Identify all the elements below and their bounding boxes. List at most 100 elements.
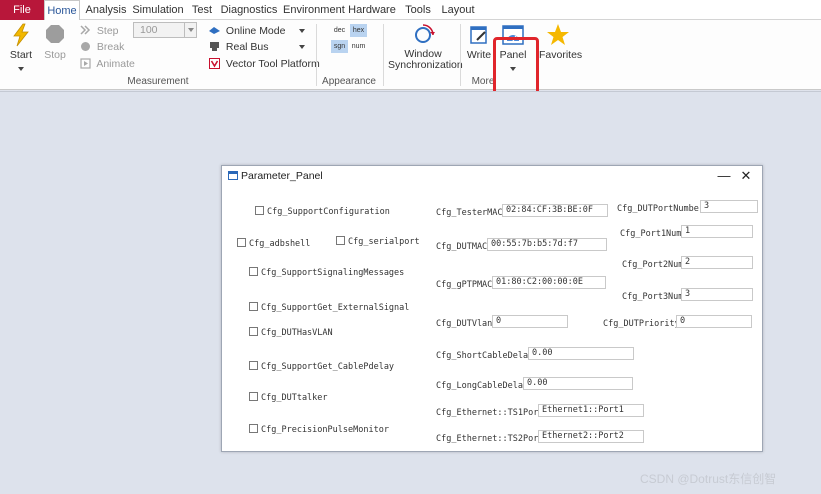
window-sync-button[interactable]: Window Synchronization (388, 23, 463, 71)
vector-tool-platform-button[interactable]: Vector Tool Platform (209, 56, 320, 72)
speed-combo-value: 100 (140, 24, 158, 36)
gptp-mac-input[interactable]: 01:80:C2:00:00:0E (492, 276, 606, 289)
window-sync-icon (415, 24, 435, 43)
tab-simulation[interactable]: Simulation (131, 0, 185, 20)
stop-label: Stop (44, 49, 66, 61)
stop-button[interactable]: Stop (40, 23, 70, 61)
lightning-icon (13, 23, 29, 47)
animate-label: Animate (96, 58, 135, 70)
checkbox-adbshell[interactable]: Cfg_adbshell (237, 238, 310, 250)
checkbox-box[interactable] (249, 361, 258, 370)
write-icon (470, 26, 487, 44)
tester-mac-input[interactable]: 02:84:CF:3B:BE:0F (502, 204, 608, 217)
ts2-port-input[interactable]: Ethernet2::Port2 (538, 430, 644, 443)
group-separator (316, 24, 317, 86)
ts1-port-input[interactable]: Ethernet1::Port1 (538, 404, 644, 417)
checkbox-box[interactable] (249, 327, 258, 336)
panel-title-bar[interactable]: Parameter_Panel — ✕ (222, 166, 762, 186)
dec-toggle[interactable]: dec (331, 24, 348, 37)
real-bus-icon (210, 42, 219, 51)
checkbox-label: Cfg_serialport (348, 237, 420, 247)
write-button[interactable]: Write (465, 23, 493, 61)
step-label: Step (96, 25, 119, 37)
port1-num-input[interactable]: 1 (681, 225, 753, 238)
window-sync-label-line2: Synchronization (388, 59, 463, 71)
online-mode-button[interactable]: Online Mode (209, 23, 305, 39)
checkbox-box[interactable] (249, 392, 258, 401)
checkbox-label: Cfg_PrecisionPulseMonitor (261, 425, 389, 435)
checkbox-support-configuration[interactable]: Cfg_SupportConfiguration (255, 206, 390, 218)
checkbox-support-get-cable-pdelay[interactable]: Cfg_SupportGet_CablePdelay (249, 361, 394, 373)
group-separator (460, 24, 461, 86)
checkbox-label: Cfg_SupportGet_CablePdelay (261, 362, 395, 372)
checkbox-dut-talker[interactable]: Cfg_DUTtalker (249, 392, 328, 404)
close-button[interactable]: ✕ (737, 167, 755, 185)
break-button[interactable]: Break (80, 39, 124, 55)
port3-num-input[interactable]: 3 (681, 288, 753, 301)
checkbox-box[interactable] (336, 236, 345, 245)
checkbox-box[interactable] (249, 267, 258, 276)
sgn-toggle[interactable]: sgn (331, 40, 348, 53)
online-mode-label: Online Mode (225, 25, 286, 37)
checkbox-box[interactable] (249, 424, 258, 433)
checkbox-box[interactable] (237, 238, 246, 247)
tab-diagnostics[interactable]: Diagnostics (220, 0, 278, 20)
ribbon: Start Stop Step Break Animate 100 Online… (0, 20, 821, 102)
checkbox-label: Cfg_SupportConfiguration (267, 207, 390, 217)
field-label-dut-vlan: Cfg_DUTVlan: (436, 319, 498, 329)
vector-tool-platform-label: Vector Tool Platform (225, 58, 320, 70)
step-icon (80, 25, 91, 35)
checkbox-precision-pulse-monitor[interactable]: Cfg_PrecisionPulseMonitor (249, 424, 389, 436)
tab-environment[interactable]: Environment (283, 0, 345, 20)
tab-home[interactable]: Home (44, 0, 80, 21)
favorites-button[interactable]: Favorites (539, 23, 582, 61)
dut-mac-input[interactable]: 00:55:7b:b5:7d:f7 (487, 238, 607, 251)
checkbox-support-get-external-signal[interactable]: Cfg_SupportGet_ExternalSignal (249, 302, 409, 314)
break-label: Break (96, 41, 125, 53)
group-label-appearance: Appearance (322, 76, 376, 87)
field-label-port3-num: Cfg_Port3Num: (622, 292, 689, 302)
tab-file[interactable]: File (0, 0, 44, 20)
port2-num-input[interactable]: 2 (681, 256, 753, 269)
tab-analysis[interactable]: Analysis (84, 0, 128, 20)
checkbox-support-signaling-messages[interactable]: Cfg_SupportSignalingMessages (249, 267, 404, 279)
checkbox-serialport[interactable]: Cfg_serialport (336, 236, 420, 248)
hex-toggle[interactable]: hex (350, 24, 367, 37)
long-cable-delay-input[interactable]: 0.00 (523, 377, 633, 390)
tab-layout[interactable]: Layout (440, 0, 476, 20)
speed-combo[interactable]: 100 (133, 22, 197, 38)
tab-test[interactable]: Test (188, 0, 216, 20)
checkbox-box[interactable] (249, 302, 258, 311)
tab-hardware[interactable]: Hardware (348, 0, 396, 20)
stop-octagon-icon (46, 25, 64, 43)
tab-tools[interactable]: Tools (401, 0, 435, 20)
field-label-dut-port-number: Cfg_DUTPortNumber: (617, 204, 710, 214)
combo-dropdown-toggle[interactable] (184, 23, 196, 37)
step-button[interactable]: Step (80, 23, 119, 39)
write-label: Write (466, 49, 492, 61)
start-button[interactable]: Start (6, 23, 36, 76)
watermark: CSDN @Dotrust东信创智 (640, 472, 777, 486)
field-label-tester-mac: Cfg_TesterMAC: (436, 208, 508, 218)
checkbox-dut-has-vlan[interactable]: Cfg_DUTHasVLAN (249, 327, 333, 339)
checkbox-label: Cfg_SupportGet_ExternalSignal (261, 303, 410, 313)
parameter-panel-window: Parameter_Panel — ✕ Cfg_SupportConfigura… (221, 165, 763, 452)
field-label-ts1-port: Cfg_Ethernet::TS1Port: (436, 408, 549, 418)
field-label-gptp-mac: Cfg_gPTPMAC: (436, 280, 498, 290)
dut-vlan-input[interactable]: 0 (492, 315, 568, 328)
field-label-dut-mac: Cfg_DUTMAC: (436, 242, 493, 252)
field-label-long-cable-delay: Cfg_LongCableDelay: (436, 381, 534, 391)
real-bus-button[interactable]: Real Bus (209, 39, 305, 55)
animate-button[interactable]: Animate (80, 56, 135, 72)
num-toggle[interactable]: num (350, 40, 367, 53)
short-cable-delay-input[interactable]: 0.00 (528, 347, 634, 360)
group-label-measurement: Measurement (127, 76, 189, 87)
break-icon (81, 42, 90, 51)
checkbox-box[interactable] (255, 206, 264, 215)
chevron-down-icon (299, 29, 305, 33)
dut-port-number-input[interactable]: 3 (700, 200, 758, 213)
chevron-down-icon (188, 28, 194, 32)
minimize-button[interactable]: — (715, 167, 733, 185)
star-icon (547, 24, 569, 45)
dut-priority-input[interactable]: 0 (676, 315, 752, 328)
